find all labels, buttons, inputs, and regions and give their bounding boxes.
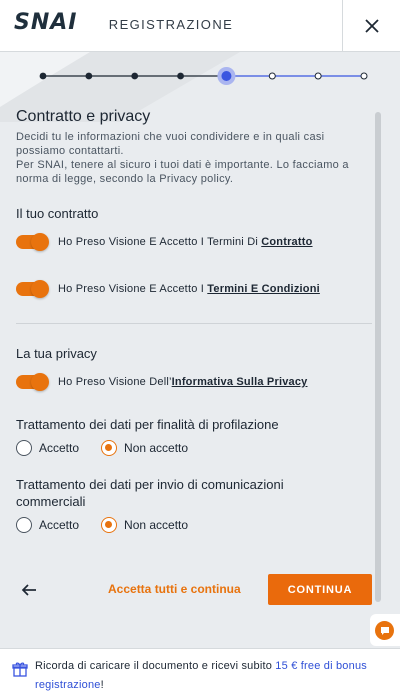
radio-circle	[101, 517, 118, 533]
contract-toggle[interactable]	[16, 233, 49, 251]
continue-button[interactable]: CONTINUA	[268, 574, 372, 605]
intro-text: Decidi tu le informazioni che vuoi condi…	[16, 131, 349, 185]
commercial-title: Trattamento dei dati per invio di comuni…	[16, 477, 284, 509]
toggle-knob	[31, 373, 49, 391]
terms-link[interactable]: Termini E Condizioni	[207, 283, 320, 295]
radio-circle	[101, 440, 118, 456]
step-completed	[39, 72, 47, 80]
section-divider	[16, 323, 372, 324]
profiling-accept-radio[interactable]: Accetto	[16, 440, 79, 456]
close-icon	[364, 19, 379, 33]
profiling-radio-group: Accetto Non accetto	[16, 440, 210, 456]
contract-toggle-row: Ho Preso Visione E Accetto I Termini Di …	[16, 233, 313, 251]
profiling-decline-radio[interactable]: Non accetto	[101, 440, 188, 456]
step-completed	[131, 72, 139, 80]
commercial-decline-radio[interactable]: Non accetto	[101, 517, 188, 533]
terms-toggle[interactable]	[16, 280, 49, 298]
step-completed	[85, 72, 93, 80]
accept-all-button[interactable]: Accetta tutti e continua	[108, 582, 241, 596]
privacy-toggle-label: Ho Preso Visione Dell’Informativa Sulla …	[58, 376, 308, 388]
step-upcoming	[360, 72, 368, 80]
toggle-knob	[31, 233, 49, 251]
bonus-banner: Ricorda di caricare il documento e ricev…	[0, 648, 400, 700]
commercial-accept-radio[interactable]: Accetto	[16, 517, 79, 533]
radio-circle	[16, 517, 32, 533]
contract-subtitle: Il tuo contratto	[16, 206, 99, 221]
radio-circle	[16, 440, 32, 456]
contract-link[interactable]: Contratto	[261, 236, 312, 248]
scrollbar[interactable]	[375, 112, 381, 602]
chat-button[interactable]	[375, 621, 394, 640]
contract-privacy-section: Contratto e privacy Decidi tu le informa…	[16, 108, 368, 186]
chat-icon	[380, 626, 389, 635]
step-upcoming	[268, 72, 276, 80]
contract-toggle-label: Ho Preso Visione E Accetto I Termini Di …	[58, 236, 313, 248]
terms-toggle-label: Ho Preso Visione E Accetto I Termini E C…	[58, 283, 320, 295]
privacy-subtitle: La tua privacy	[16, 346, 97, 361]
terms-toggle-row: Ho Preso Visione E Accetto I Termini E C…	[16, 280, 320, 298]
profiling-title: Trattamento dei dati per finalità di pro…	[16, 417, 279, 432]
commercial-radio-group: Accetto Non accetto	[16, 517, 210, 533]
privacy-link[interactable]: Informativa Sulla Privacy	[172, 376, 308, 388]
close-button[interactable]	[343, 0, 400, 52]
privacy-toggle[interactable]	[16, 373, 49, 391]
banner-text: Ricorda di caricare il documento e ricev…	[35, 660, 367, 691]
arrow-left-icon	[21, 584, 36, 596]
page-title: REGISTRAZIONE	[108, 17, 234, 32]
progress-stepper	[39, 67, 368, 85]
gift-icon	[12, 662, 28, 677]
section-title: Contratto e privacy	[16, 108, 151, 125]
header: SNAI REGISTRAZIONE	[0, 0, 400, 52]
toggle-knob	[31, 280, 49, 298]
step-upcoming	[314, 72, 322, 80]
step-completed	[177, 72, 184, 80]
back-button[interactable]	[16, 577, 42, 603]
step-current	[221, 71, 232, 81]
privacy-toggle-row: Ho Preso Visione Dell’Informativa Sulla …	[16, 373, 308, 391]
